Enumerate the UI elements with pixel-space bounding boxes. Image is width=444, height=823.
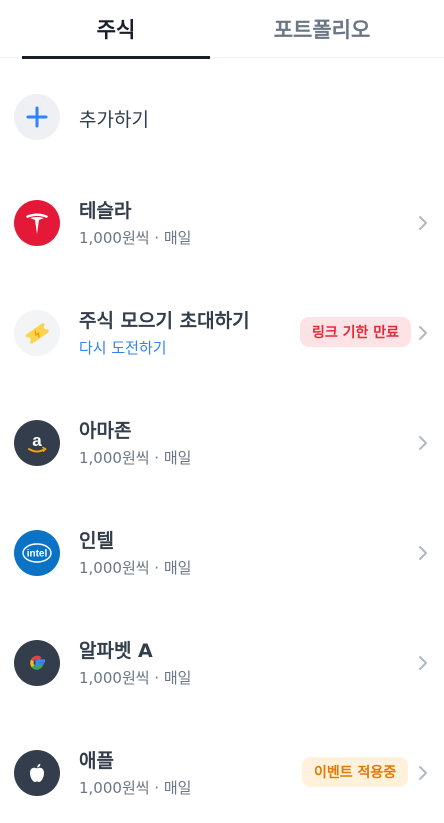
stock-schedule: 1,000원씩 · 매일 [79,669,192,687]
chevron-right-icon [419,546,427,560]
active-tab-indicator [22,56,210,59]
event-applied-badge: 이벤트 적용중 [302,757,409,787]
chevron-right-icon [419,326,427,340]
add-label: 추가하기 [79,109,149,131]
plus-icon [14,94,60,140]
stock-name: 인텔 [79,530,114,552]
chevron-right-icon [419,436,427,450]
link-expired-badge: 링크 기한 만료 [300,317,412,347]
chevron-right-icon [419,656,427,670]
list-item-apple[interactable]: 애플 1,000원씩 · 매일 이벤트 적용중 [0,728,444,818]
chevron-right-icon [419,766,427,780]
stock-name: 알파벳 A [79,640,153,662]
list-item-tesla[interactable]: 테슬라 1,000원씩 · 매일 [0,178,444,268]
svg-text:intel: intel [27,549,48,560]
list-item-invite[interactable]: 주식 모으기 초대하기 다시 도전하기 링크 기한 만료 [0,288,444,378]
invite-title: 주식 모으기 초대하기 [79,310,250,332]
tab-bar: 주식 포트폴리오 [0,0,444,59]
ticket-icon [14,310,60,356]
chevron-right-icon [419,216,427,230]
stock-schedule: 1,000원씩 · 매일 [79,779,192,797]
stock-name: 아마존 [79,420,132,442]
stock-schedule: 1,000원씩 · 매일 [79,229,192,247]
retry-link[interactable]: 다시 도전하기 [79,337,167,358]
stock-name: 애플 [79,750,114,772]
list-item-intel[interactable]: intel 인텔 1,000원씩 · 매일 [0,508,444,598]
apple-logo-icon [14,750,60,796]
stock-name: 테슬라 [79,200,132,222]
list-item-amazon[interactable]: a 아마존 1,000원씩 · 매일 [0,398,444,488]
amazon-logo-icon: a [14,420,60,466]
tab-portfolio[interactable]: 포트폴리오 [222,0,422,58]
tesla-logo-icon [14,200,60,246]
add-stock-button[interactable]: 추가하기 [0,90,444,146]
list-item-alphabet[interactable]: 알파벳 A 1,000원씩 · 매일 [0,618,444,708]
google-logo-icon [14,640,60,686]
stock-schedule: 1,000원씩 · 매일 [79,559,192,577]
svg-text:a: a [32,431,42,450]
stock-schedule: 1,000원씩 · 매일 [79,449,192,467]
intel-logo-icon: intel [14,530,60,576]
tab-stock[interactable]: 주식 [22,0,210,58]
